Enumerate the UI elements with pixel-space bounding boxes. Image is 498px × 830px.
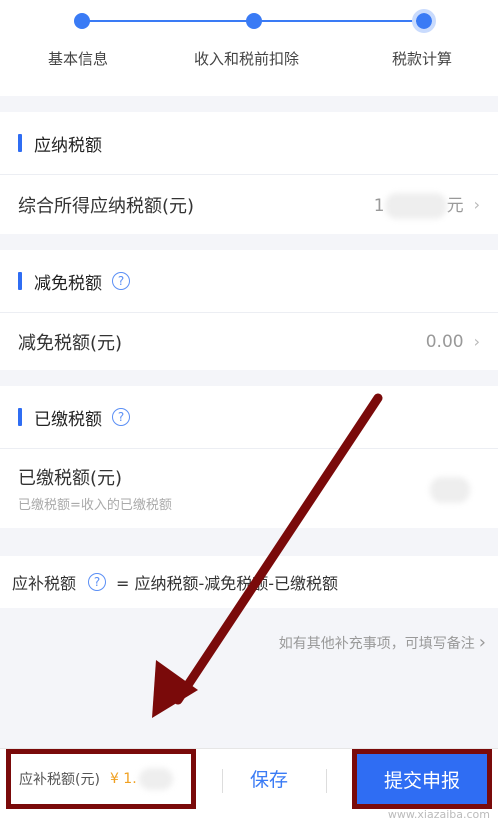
chevron-right-icon: › [478, 632, 486, 653]
row-value: 1元 [374, 191, 464, 219]
divider [326, 769, 327, 793]
chevron-right-icon: › [473, 332, 480, 351]
stepper-line-2 [254, 20, 424, 22]
amount-due-box: 应补税额(元) ¥ 1. [6, 749, 196, 809]
divider [222, 769, 223, 793]
section-title: 减免税额 [34, 273, 102, 294]
section-title: 已缴税额 [34, 409, 102, 430]
section-tax-due-header: 应纳税额 [0, 112, 498, 174]
row-value: 0.00 [425, 331, 464, 352]
step-dot-basic-info [74, 13, 90, 29]
submit-button-highlight: 提交申报 [352, 749, 492, 809]
formula-expression: = 应纳税额-减免税额-已缴税额 [116, 574, 339, 593]
supplementary-tax-formula: 应补税额 ? = 应纳税额-减免税额-已缴税额 [0, 556, 498, 608]
row-label: 综合所得应纳税额(元) [18, 195, 195, 217]
remark-text: 如有其他补充事项，可填写备注 [278, 635, 475, 652]
row-label: 减免税额(元) [18, 332, 123, 354]
row-sublabel: 已缴税额=收入的已缴税额 [18, 498, 172, 513]
tax-paid-row[interactable]: 已缴税额(元) 已缴税额=收入的已缴税额 [0, 448, 498, 528]
step-dot-tax-calc [412, 9, 436, 33]
row-label: 已缴税额(元) [18, 468, 123, 489]
arrow-head [152, 660, 198, 718]
step-label-income-deduction: 收入和税前扣除 [194, 50, 300, 68]
section-accent-bar [18, 272, 22, 290]
tax-reduction-row[interactable]: 减免税额(元) 0.00 › [0, 312, 498, 370]
watermark: www.xiazaiba.com [387, 808, 490, 821]
tax-due-row[interactable]: 综合所得应纳税额(元) 1元 › [0, 174, 498, 234]
redacted-value [430, 477, 470, 503]
step-label-basic-info: 基本信息 [48, 50, 109, 68]
amount-label: 应补税额(元) [19, 772, 100, 788]
section-tax-reduction-header: 减免税额 ? [0, 250, 498, 312]
section-accent-bar [18, 408, 22, 426]
question-circle-icon[interactable]: ? [88, 573, 107, 591]
progress-stepper: 基本信息 收入和税前扣除 税款计算 [0, 0, 498, 96]
redacted-value [384, 192, 447, 219]
section-tax-paid-header: 已缴税额 ? [0, 386, 498, 448]
save-button[interactable]: 保存 [250, 765, 288, 792]
remark-link[interactable]: 如有其他补充事项，可填写备注 › [279, 632, 486, 653]
submit-declaration-button[interactable]: 提交申报 [384, 766, 460, 793]
step-dot-income-deduction [246, 13, 262, 29]
chevron-right-icon: › [473, 195, 480, 214]
amount-value: ¥ 1. [109, 771, 137, 787]
redacted-value [138, 768, 173, 790]
step-label-tax-calc: 税款计算 [392, 50, 453, 68]
question-circle-icon[interactable]: ? [112, 272, 130, 290]
question-circle-icon[interactable]: ? [112, 408, 130, 426]
formula-label: 应补税额 [12, 574, 77, 593]
section-title: 应纳税额 [34, 135, 102, 156]
stepper-line-1 [82, 20, 254, 22]
section-accent-bar [18, 134, 22, 152]
